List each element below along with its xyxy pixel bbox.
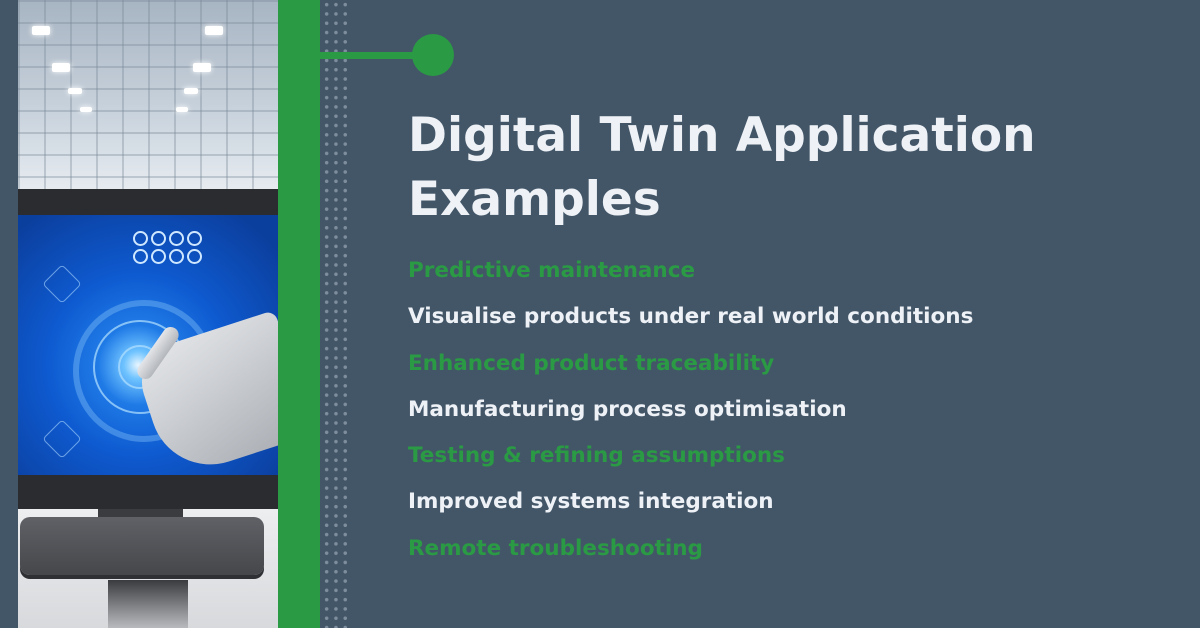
- connector-dot: [412, 34, 454, 76]
- ceiling-light: [52, 63, 70, 72]
- stand-shadow: [108, 580, 188, 628]
- status-circle-icon: [133, 249, 148, 264]
- status-circle-icon: [133, 231, 148, 246]
- status-circle-icon: [151, 249, 166, 264]
- hexagon-icon: [42, 419, 82, 459]
- monitor-base: [20, 517, 264, 575]
- page-title: Digital Twin Application Examples: [408, 104, 1036, 232]
- hero-photo: [18, 0, 278, 628]
- title-line-2: Examples: [408, 172, 661, 227]
- status-circle-icon: [169, 231, 184, 246]
- example-item: Visualise products under real world cond…: [408, 304, 974, 330]
- status-circle-icon: [169, 249, 184, 264]
- ceiling-light: [193, 63, 211, 72]
- status-circle-icon: [151, 231, 166, 246]
- warehouse-ceiling: [18, 0, 278, 189]
- ceiling-light: [176, 107, 188, 112]
- title-line-1: Digital Twin Application: [408, 108, 1036, 163]
- ceiling-light: [80, 107, 92, 112]
- ceiling-light: [32, 26, 50, 35]
- example-item: Improved systems integration: [408, 489, 774, 515]
- ceiling-light: [68, 88, 82, 94]
- example-item: Enhanced product traceability: [408, 350, 775, 376]
- hexagon-icon: [42, 264, 82, 304]
- examples-list: Predictive maintenance Visualise product…: [408, 256, 973, 580]
- ceiling-light: [205, 26, 223, 35]
- accent-bar: [278, 0, 320, 628]
- example-item: Testing & refining assumptions: [408, 443, 785, 469]
- example-item: Manufacturing process optimisation: [408, 396, 847, 422]
- connector-line: [320, 52, 420, 59]
- example-item: Predictive maintenance: [408, 258, 696, 283]
- dot-pattern: [322, 0, 350, 628]
- ceiling-light: [184, 88, 198, 94]
- status-circle-icon: [187, 249, 202, 264]
- example-item: Remote troubleshooting: [408, 535, 703, 561]
- status-circle-icon: [187, 231, 202, 246]
